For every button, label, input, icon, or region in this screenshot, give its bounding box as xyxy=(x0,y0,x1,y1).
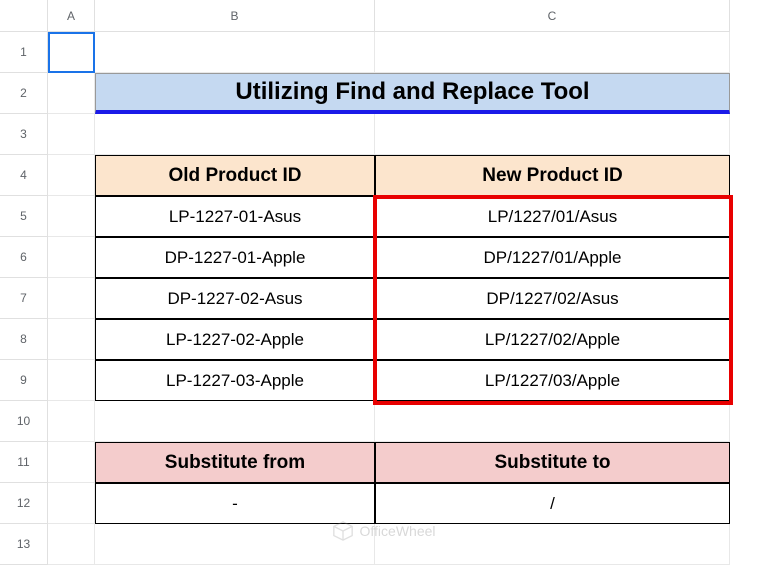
row-header-9[interactable]: 9 xyxy=(0,360,48,401)
cell-a6[interactable] xyxy=(48,237,95,278)
header-old[interactable]: Old Product ID xyxy=(95,155,375,196)
cell-a8[interactable] xyxy=(48,319,95,360)
data-new-3[interactable]: LP/1227/02/Apple xyxy=(375,319,730,360)
data-old-3[interactable]: LP-1227-02-Apple xyxy=(95,319,375,360)
logo-icon xyxy=(332,520,354,542)
cell-b10[interactable] xyxy=(95,401,375,442)
row-header-6[interactable]: 6 xyxy=(0,237,48,278)
watermark-text: OfficeWheel xyxy=(360,523,436,539)
data-new-0[interactable]: LP/1227/01/Asus xyxy=(375,196,730,237)
data-old-1[interactable]: DP-1227-01-Apple xyxy=(95,237,375,278)
cell-a7[interactable] xyxy=(48,278,95,319)
watermark: OfficeWheel xyxy=(332,520,436,542)
cell-c1[interactable] xyxy=(375,32,730,73)
cell-a9[interactable] xyxy=(48,360,95,401)
data-old-0[interactable]: LP-1227-01-Asus xyxy=(95,196,375,237)
cell-c10[interactable] xyxy=(375,401,730,442)
row-header-8[interactable]: 8 xyxy=(0,319,48,360)
col-header-b[interactable]: B xyxy=(95,0,375,32)
row-header-2[interactable]: 2 xyxy=(0,73,48,114)
spreadsheet-grid: A B C 1 2 Utilizing Find and Replace Too… xyxy=(0,0,767,565)
sub-value-to[interactable]: / xyxy=(375,483,730,524)
cell-a2[interactable] xyxy=(48,73,95,114)
sub-header-from[interactable]: Substitute from xyxy=(95,442,375,483)
cell-a1[interactable] xyxy=(48,32,95,73)
data-new-4[interactable]: LP/1227/03/Apple xyxy=(375,360,730,401)
cell-a12[interactable] xyxy=(48,483,95,524)
cell-c3[interactable] xyxy=(375,114,730,155)
cell-a11[interactable] xyxy=(48,442,95,483)
row-header-13[interactable]: 13 xyxy=(0,524,48,565)
header-new[interactable]: New Product ID xyxy=(375,155,730,196)
cell-b1[interactable] xyxy=(95,32,375,73)
title-cell[interactable]: Utilizing Find and Replace Tool xyxy=(95,73,730,114)
col-header-a[interactable]: A xyxy=(48,0,95,32)
cell-a4[interactable] xyxy=(48,155,95,196)
cell-b3[interactable] xyxy=(95,114,375,155)
row-header-3[interactable]: 3 xyxy=(0,114,48,155)
sub-value-from[interactable]: - xyxy=(95,483,375,524)
cell-a5[interactable] xyxy=(48,196,95,237)
row-header-10[interactable]: 10 xyxy=(0,401,48,442)
data-old-2[interactable]: DP-1227-02-Asus xyxy=(95,278,375,319)
corner-cell[interactable] xyxy=(0,0,48,32)
cell-a3[interactable] xyxy=(48,114,95,155)
row-header-12[interactable]: 12 xyxy=(0,483,48,524)
row-header-11[interactable]: 11 xyxy=(0,442,48,483)
data-old-4[interactable]: LP-1227-03-Apple xyxy=(95,360,375,401)
cell-a13[interactable] xyxy=(48,524,95,565)
row-header-4[interactable]: 4 xyxy=(0,155,48,196)
row-header-7[interactable]: 7 xyxy=(0,278,48,319)
col-header-c[interactable]: C xyxy=(375,0,730,32)
row-header-1[interactable]: 1 xyxy=(0,32,48,73)
data-new-1[interactable]: DP/1227/01/Apple xyxy=(375,237,730,278)
cell-a10[interactable] xyxy=(48,401,95,442)
sub-header-to[interactable]: Substitute to xyxy=(375,442,730,483)
data-new-2[interactable]: DP/1227/02/Asus xyxy=(375,278,730,319)
row-header-5[interactable]: 5 xyxy=(0,196,48,237)
